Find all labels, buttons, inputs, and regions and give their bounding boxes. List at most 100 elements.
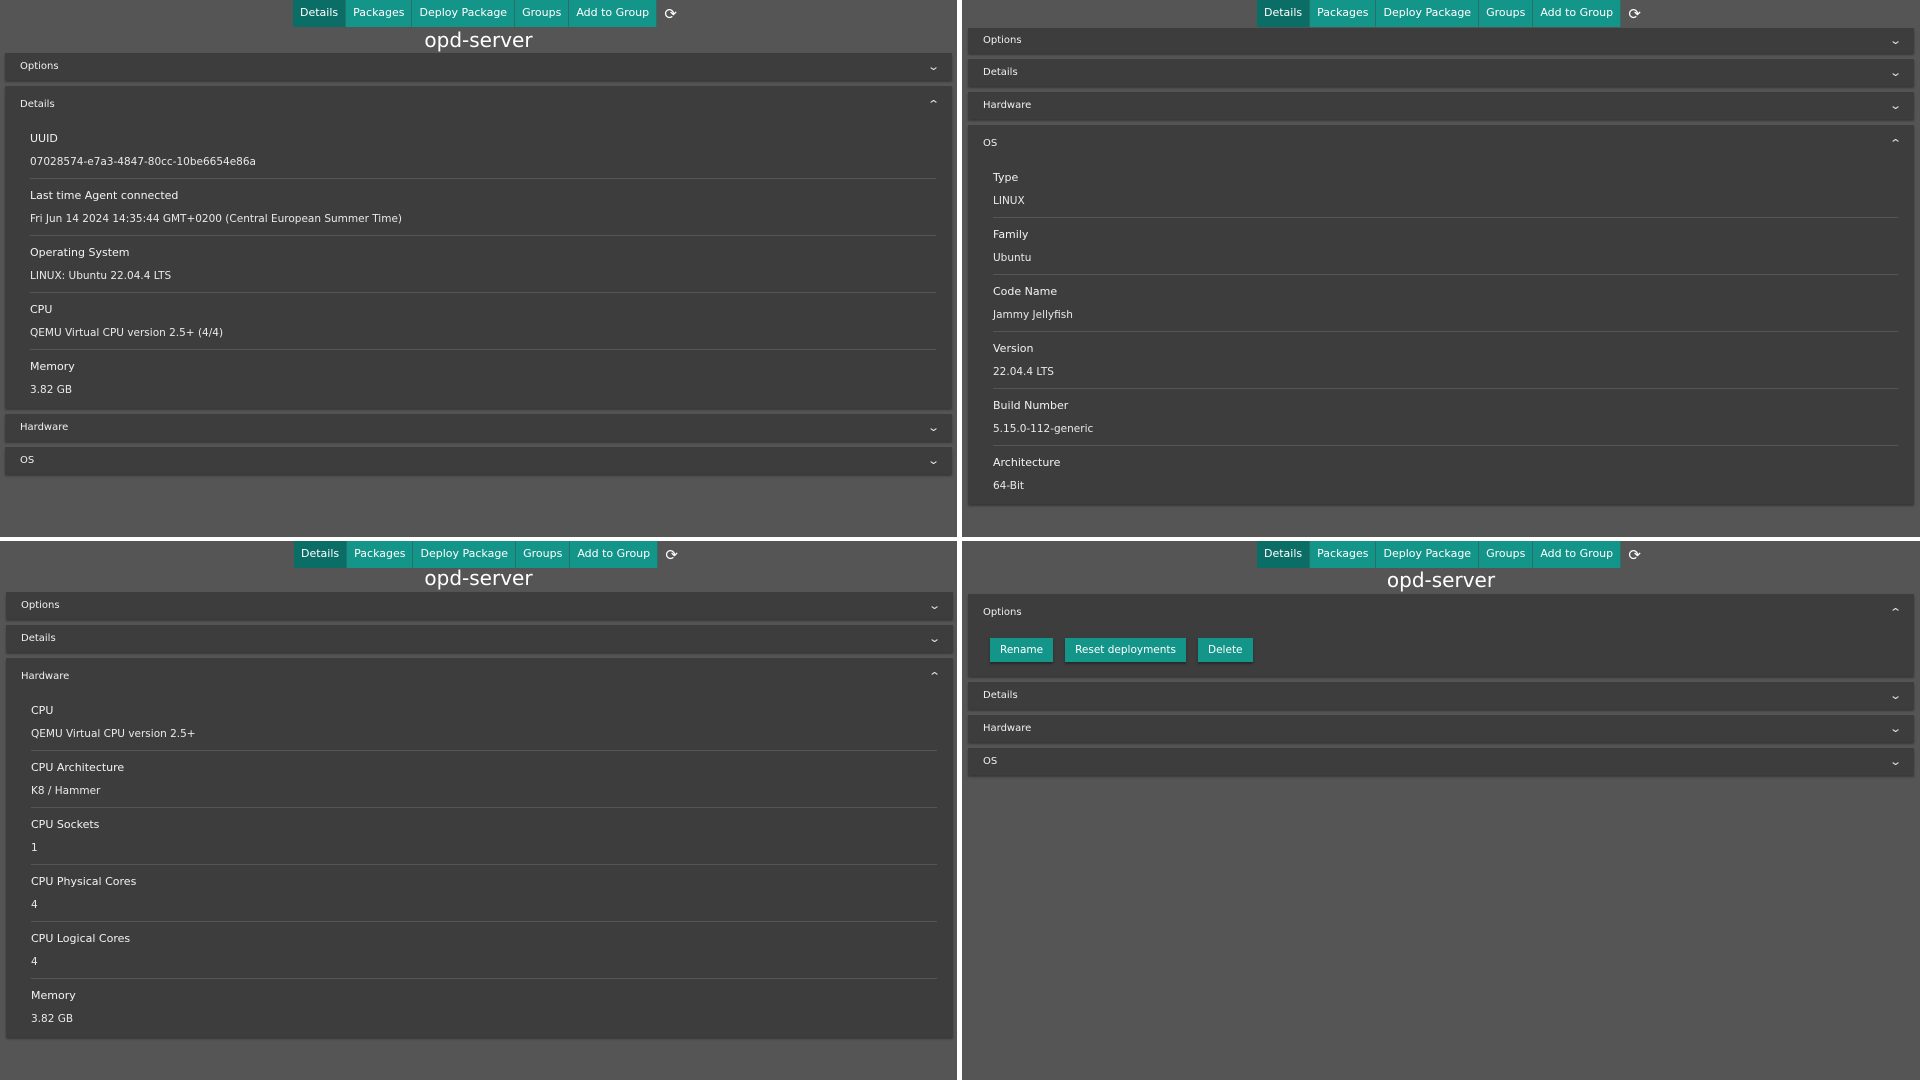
tab-details[interactable]: Details — [293, 0, 347, 27]
panel-details-header[interactable]: Details ⌄ — [968, 682, 1914, 709]
field-value: 1 — [31, 842, 38, 854]
tab-groups[interactable]: Groups — [515, 0, 570, 27]
field-label: CPU Architecture — [31, 761, 125, 774]
panel-details[interactable]: Details ⌃ UUID 07028574-e7a3-4847-80cc-1… — [5, 86, 952, 408]
refresh-icon[interactable]: ⟳ — [657, 0, 684, 27]
field-type: Type LINUX — [993, 161, 1898, 218]
field-cpu-physical-cores: CPU Physical Cores 4 — [31, 865, 937, 922]
panel-hardware-header[interactable]: Hardware ⌄ — [968, 715, 1914, 742]
tab-deploy-package[interactable]: Deploy Package — [1376, 541, 1480, 568]
panel-hardware-header[interactable]: Hardware ⌄ — [5, 414, 952, 441]
field-uuid: UUID 07028574-e7a3-4847-80cc-10be6654e86… — [30, 122, 936, 179]
refresh-icon[interactable]: ⟳ — [1621, 0, 1648, 27]
panel-os[interactable]: OS ⌄ — [968, 748, 1914, 775]
tab-add-to-group[interactable]: Add to Group — [569, 0, 658, 27]
panel-hardware[interactable]: Hardware ⌃ CPU QEMU Virtual CPU version … — [6, 658, 953, 1037]
panel-hardware-header[interactable]: Hardware ⌄ — [968, 92, 1914, 119]
field-cpu: CPU QEMU Virtual CPU version 2.5+ — [31, 694, 937, 751]
panel-options-header[interactable]: Options ⌄ — [6, 592, 953, 619]
view-hardware-expanded: Details Packages Deploy Package Groups A… — [0, 541, 957, 1080]
field-label: Version — [993, 342, 1034, 355]
panel-details-header[interactable]: Details ⌄ — [6, 625, 953, 652]
field-cpu-architecture: CPU Architecture K8 / Hammer — [31, 751, 937, 808]
field-value: 64-Bit — [993, 480, 1025, 492]
field-value: Jammy Jellyfish — [993, 309, 1073, 321]
tab-details[interactable]: Details — [294, 541, 348, 568]
chevron-down-icon: ⌄ — [927, 632, 941, 645]
field-value: Fri Jun 14 2024 14:35:44 GMT+0200 (Centr… — [30, 213, 403, 225]
field-code-name: Code Name Jammy Jellyfish — [993, 275, 1898, 332]
panel-os[interactable]: OS ⌃ Type LINUX Family Ubuntu Code Name … — [968, 125, 1914, 504]
tab-deploy-package[interactable]: Deploy Package — [412, 0, 516, 27]
tab-deploy-package[interactable]: Deploy Package — [1376, 0, 1480, 27]
rename-button[interactable]: Rename — [990, 638, 1054, 662]
tab-packages[interactable]: Packages — [347, 541, 414, 568]
panel-hardware[interactable]: Hardware ⌄ — [5, 414, 952, 441]
panel-hardware-title: Hardware — [983, 723, 1032, 734]
panel-options[interactable]: Options ⌄ — [5, 53, 952, 80]
delete-button[interactable]: Delete — [1198, 638, 1253, 662]
field-last-connected: Last time Agent connected Fri Jun 14 202… — [30, 179, 936, 236]
field-value: 3.82 GB — [31, 1013, 74, 1025]
refresh-icon[interactable]: ⟳ — [1621, 541, 1648, 568]
field-cpu: CPU QEMU Virtual CPU version 2.5+ (4/4) — [30, 293, 936, 350]
page-title: opd-server — [424, 566, 533, 590]
field-label: Operating System — [30, 246, 130, 259]
refresh-icon[interactable]: ⟳ — [658, 541, 685, 568]
tab-details[interactable]: Details — [1257, 0, 1311, 27]
panel-options[interactable]: Options ⌄ — [968, 28, 1914, 53]
field-label: CPU — [31, 704, 54, 717]
tab-packages[interactable]: Packages — [1310, 0, 1377, 27]
reset-deployments-button[interactable]: Reset deployments — [1065, 638, 1187, 662]
tab-bar: Details Packages Deploy Package Groups A… — [293, 0, 684, 27]
tab-add-to-group[interactable]: Add to Group — [1533, 541, 1622, 568]
field-label: Build Number — [993, 399, 1069, 412]
tab-packages[interactable]: Packages — [1310, 541, 1377, 568]
panel-hardware[interactable]: Hardware ⌄ — [968, 715, 1914, 742]
options-actions: Rename Reset deployments Delete — [968, 630, 1914, 676]
panel-options[interactable]: Options ⌄ — [6, 592, 953, 619]
panel-hardware-title: Hardware — [21, 670, 70, 682]
panel-options-title: Options — [21, 600, 60, 611]
tab-groups[interactable]: Groups — [516, 541, 571, 568]
field-memory: Memory 3.82 GB — [30, 350, 936, 406]
tab-add-to-group[interactable]: Add to Group — [570, 541, 659, 568]
field-label: Family — [993, 228, 1029, 241]
chevron-down-icon: ⌄ — [926, 454, 940, 467]
panel-details-header[interactable]: Details ⌄ — [968, 59, 1914, 86]
panel-os[interactable]: OS ⌄ — [5, 447, 952, 474]
page-title: opd-server — [1386, 568, 1496, 592]
panel-details-header[interactable]: Details ⌃ — [5, 86, 952, 122]
view-options-expanded: Details Packages Deploy Package Groups A… — [962, 541, 1920, 1080]
view-details-expanded: Details Packages Deploy Package Groups A… — [0, 0, 957, 537]
panel-hardware-header[interactable]: Hardware ⌃ — [6, 658, 953, 694]
tab-details[interactable]: Details — [1257, 541, 1311, 568]
chevron-up-icon: ⌃ — [1888, 605, 1902, 619]
panel-os-title: OS — [20, 455, 35, 466]
panel-details[interactable]: Details ⌄ — [968, 59, 1914, 86]
tab-groups[interactable]: Groups — [1479, 0, 1534, 27]
panel-os-title: OS — [983, 756, 998, 767]
chevron-down-icon: ⌄ — [926, 60, 940, 73]
tab-groups[interactable]: Groups — [1479, 541, 1534, 568]
tab-add-to-group[interactable]: Add to Group — [1533, 0, 1622, 27]
view-os-expanded: Details Packages Deploy Package Groups A… — [962, 0, 1920, 537]
panel-os-header[interactable]: OS ⌃ — [968, 125, 1914, 161]
hardware-list: CPU QEMU Virtual CPU version 2.5+ CPU Ar… — [6, 694, 953, 1037]
panel-os-header[interactable]: OS ⌄ — [968, 748, 1914, 775]
chevron-down-icon: ⌄ — [927, 599, 941, 612]
panel-details[interactable]: Details ⌄ — [968, 682, 1914, 709]
panel-options-header[interactable]: Options ⌃ — [968, 594, 1914, 630]
panel-options-header[interactable]: Options ⌄ — [968, 28, 1914, 53]
field-operating-system: Operating System LINUX: Ubuntu 22.04.4 L… — [30, 236, 936, 293]
panel-options-header[interactable]: Options ⌄ — [5, 53, 952, 80]
tab-deploy-package[interactable]: Deploy Package — [413, 541, 517, 568]
tab-packages[interactable]: Packages — [346, 0, 413, 27]
chevron-down-icon: ⌄ — [926, 421, 940, 434]
panel-details[interactable]: Details ⌄ — [6, 625, 953, 652]
panel-hardware[interactable]: Hardware ⌄ — [968, 92, 1914, 119]
panel-options[interactable]: Options ⌃ Rename Reset deployments Delet… — [968, 594, 1914, 676]
field-label: CPU Sockets — [31, 818, 100, 831]
panel-os-header[interactable]: OS ⌄ — [5, 447, 952, 474]
field-value: 3.82 GB — [30, 384, 73, 396]
